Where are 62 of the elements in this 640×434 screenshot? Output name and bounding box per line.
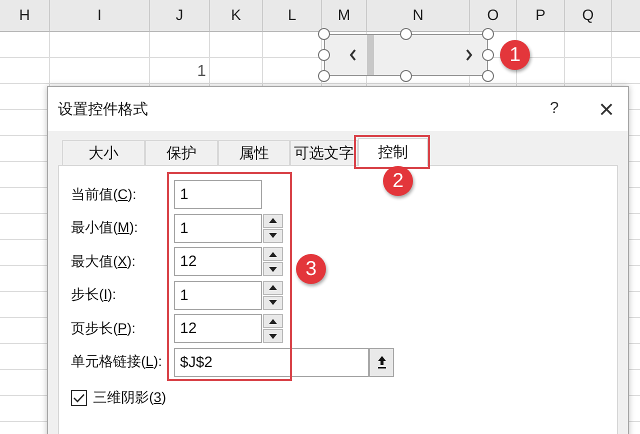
field-label: 步长(I): [71, 286, 118, 304]
table-cell[interactable] [0, 58, 50, 84]
down-triangle-icon [269, 334, 277, 339]
scroll-thumb[interactable] [367, 35, 374, 75]
spin-down-button[interactable] [263, 228, 283, 243]
dialog-title: 设置控件格式 [58, 100, 149, 118]
tab[interactable]: 保护 [145, 140, 218, 165]
scroll-bar-control[interactable] [324, 34, 488, 76]
input-field[interactable]: 12 [174, 247, 262, 276]
input-field[interactable]: 1 [174, 214, 262, 243]
column-header[interactable]: K [210, 0, 263, 31]
spin-up-button[interactable] [263, 280, 283, 295]
column-header[interactable]: Q [565, 0, 612, 31]
collapse-dialog-button[interactable] [369, 348, 394, 377]
spin-up-button[interactable] [263, 214, 283, 228]
input-field[interactable]: 12 [174, 314, 262, 344]
up-triangle-icon [269, 218, 277, 224]
up-triangle-icon [269, 252, 277, 257]
resize-handle[interactable] [400, 70, 412, 82]
tab[interactable]: 属性 [218, 140, 290, 165]
spin-down-button[interactable] [263, 296, 283, 310]
spin-up-button[interactable] [263, 314, 283, 328]
down-triangle-icon [269, 300, 277, 306]
column-header[interactable]: P [517, 0, 565, 31]
resize-handle[interactable] [318, 70, 330, 82]
column-header[interactable]: J [150, 0, 210, 31]
down-triangle-icon [269, 266, 277, 272]
tab[interactable]: 可选文字 [290, 140, 358, 165]
field-label: 页步长(P): [71, 320, 137, 338]
up-triangle-icon [269, 285, 277, 290]
input-field[interactable]: 1 [174, 280, 262, 310]
spin-up-button[interactable] [263, 247, 283, 262]
table-cell[interactable] [0, 32, 50, 58]
down-triangle-icon [269, 233, 277, 238]
resize-handle[interactable] [482, 70, 494, 82]
field-label: 最小值(M): [71, 219, 139, 238]
resize-handle[interactable] [482, 49, 494, 61]
field-label: 当前值(C): [71, 186, 138, 204]
table-cell[interactable] [50, 58, 150, 84]
step-badge: 1 [500, 40, 530, 70]
checkbox-label: 三维阴影(3) [93, 389, 166, 407]
help-button[interactable]: ? [550, 100, 559, 118]
table-cell[interactable]: 1 [150, 58, 210, 84]
table-cell[interactable] [50, 32, 150, 58]
tab[interactable]: 大小 [62, 140, 145, 165]
input-field[interactable]: 1 [174, 180, 262, 210]
table-cell[interactable] [210, 58, 263, 84]
column-header[interactable]: I [50, 0, 150, 31]
table-cell[interactable] [150, 32, 210, 58]
table-cell[interactable] [210, 32, 263, 58]
spin-down-button[interactable] [263, 329, 283, 344]
checkbox[interactable] [71, 390, 87, 406]
resize-handle[interactable] [318, 49, 330, 61]
up-triangle-icon [269, 318, 277, 324]
input-field[interactable]: $J$2 [174, 348, 369, 377]
field-label: 最大值(X): [71, 252, 137, 271]
spin-down-button[interactable] [263, 262, 283, 276]
field-label: 单元格链接(L): [71, 353, 164, 372]
close-button[interactable]: × [598, 94, 614, 124]
column-header[interactable]: H [0, 0, 50, 31]
tab[interactable]: 控制 [358, 138, 428, 166]
up-arrow-icon [376, 355, 386, 370]
